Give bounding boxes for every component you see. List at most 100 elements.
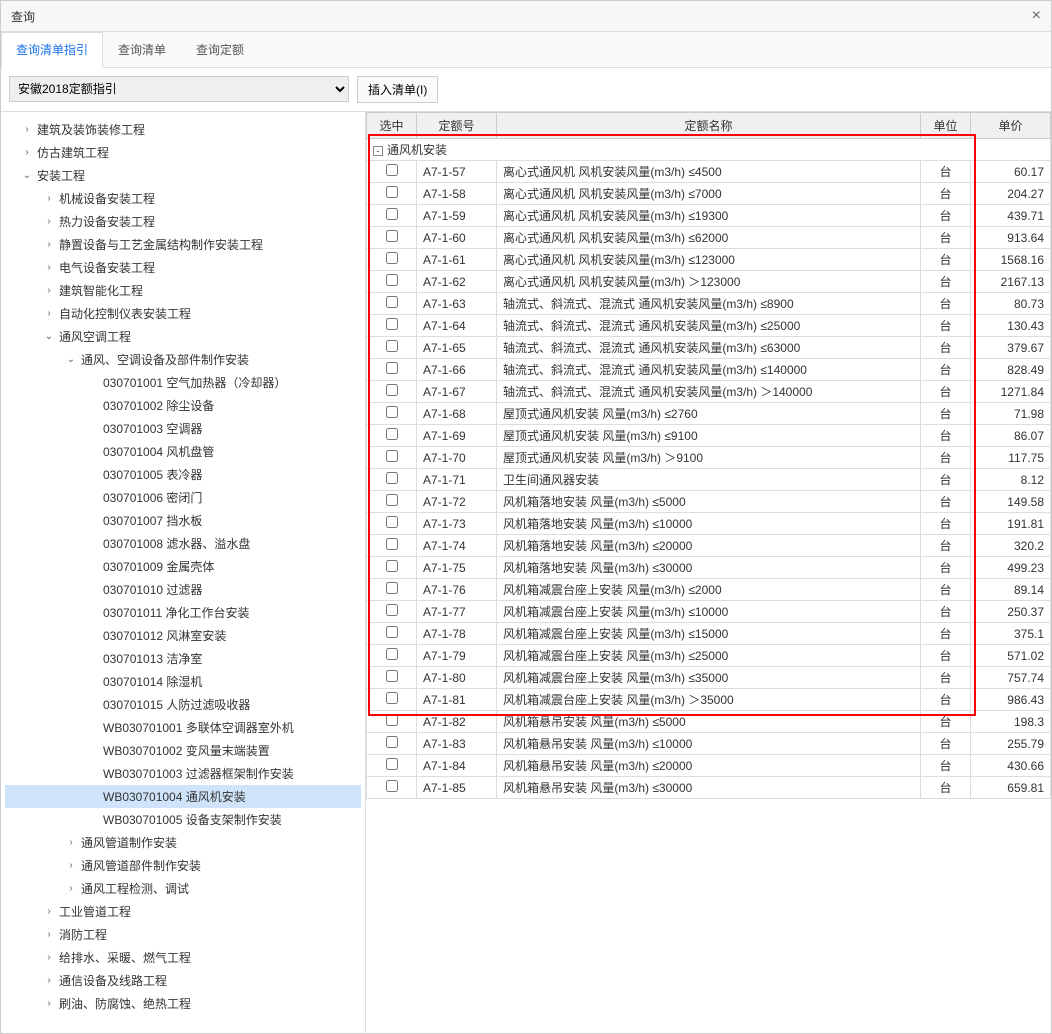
table-row[interactable]: A7-1-83风机箱悬吊安装 风量(m3/h) ≤10000台255.79 (367, 733, 1051, 755)
tree-item[interactable]: 030701006 密闭门 (5, 486, 361, 509)
table-row[interactable]: A7-1-68屋顶式通风机安装 风量(m3/h) ≤2760台71.98 (367, 403, 1051, 425)
tree-item[interactable]: ›通信设备及线路工程 (5, 969, 361, 992)
tree-item[interactable]: ⌄安装工程 (5, 164, 361, 187)
table-row[interactable]: A7-1-69屋顶式通风机安装 风量(m3/h) ≤9100台86.07 (367, 425, 1051, 447)
row-checkbox[interactable] (386, 736, 398, 748)
tree-panel[interactable]: ›建筑及装饰装修工程›仿古建筑工程⌄安装工程›机械设备安装工程›热力设备安装工程… (1, 112, 366, 1033)
chevron-right-icon[interactable]: › (43, 952, 55, 963)
table-row[interactable]: A7-1-67轴流式、斜流式、混流式 通风机安装风量(m3/h) ＞140000… (367, 381, 1051, 403)
tree-item[interactable]: 030701003 空调器 (5, 417, 361, 440)
tree-item[interactable]: WB030701002 变风量末端装置 (5, 739, 361, 762)
chevron-right-icon[interactable]: › (43, 216, 55, 227)
tab-0[interactable]: 查询清单指引 (1, 32, 103, 68)
close-icon[interactable]: × (1032, 7, 1041, 25)
table-row[interactable]: A7-1-84风机箱悬吊安装 风量(m3/h) ≤20000台430.66 (367, 755, 1051, 777)
row-checkbox[interactable] (386, 538, 398, 550)
table-row[interactable]: A7-1-74风机箱落地安装 风量(m3/h) ≤20000台320.2 (367, 535, 1051, 557)
chevron-right-icon[interactable]: › (43, 262, 55, 273)
chevron-right-icon[interactable]: › (43, 193, 55, 204)
tree-item[interactable]: 030701002 除尘设备 (5, 394, 361, 417)
tree-item[interactable]: 030701009 金属壳体 (5, 555, 361, 578)
tree-item[interactable]: 030701013 洁净室 (5, 647, 361, 670)
table-row[interactable]: A7-1-85风机箱悬吊安装 风量(m3/h) ≤30000台659.81 (367, 777, 1051, 799)
row-checkbox[interactable] (386, 494, 398, 506)
table-row[interactable]: A7-1-60离心式通风机 风机安装风量(m3/h) ≤62000台913.64 (367, 227, 1051, 249)
chevron-right-icon[interactable]: › (21, 124, 33, 135)
tree-item[interactable]: 030701007 挡水板 (5, 509, 361, 532)
collapse-icon[interactable]: - (373, 146, 383, 156)
tree-item[interactable]: ›电气设备安装工程 (5, 256, 361, 279)
chevron-right-icon[interactable]: › (21, 147, 33, 158)
tab-1[interactable]: 查询清单 (103, 32, 181, 67)
table-row[interactable]: A7-1-77风机箱减震台座上安装 风量(m3/h) ≤10000台250.37 (367, 601, 1051, 623)
row-checkbox[interactable] (386, 626, 398, 638)
tree-item[interactable]: WB030701004 通风机安装 (5, 785, 361, 808)
table-row[interactable]: A7-1-64轴流式、斜流式、混流式 通风机安装风量(m3/h) ≤25000台… (367, 315, 1051, 337)
tree-item[interactable]: 030701010 过滤器 (5, 578, 361, 601)
insert-list-button[interactable]: 插入清单(I) (357, 76, 438, 103)
row-checkbox[interactable] (386, 274, 398, 286)
table-row[interactable]: A7-1-62离心式通风机 风机安装风量(m3/h) ＞123000台2167.… (367, 271, 1051, 293)
row-checkbox[interactable] (386, 252, 398, 264)
tree-item[interactable]: WB030701001 多联体空调器室外机 (5, 716, 361, 739)
table-row[interactable]: A7-1-75风机箱落地安装 风量(m3/h) ≤30000台499.23 (367, 557, 1051, 579)
table-row[interactable]: A7-1-58离心式通风机 风机安装风量(m3/h) ≤7000台204.27 (367, 183, 1051, 205)
tree-item[interactable]: ›给排水、采暖、燃气工程 (5, 946, 361, 969)
row-checkbox[interactable] (386, 428, 398, 440)
tree-item[interactable]: ›通风管道制作安装 (5, 831, 361, 854)
row-checkbox[interactable] (386, 230, 398, 242)
tree-item[interactable]: ›消防工程 (5, 923, 361, 946)
chevron-right-icon[interactable]: › (65, 883, 77, 894)
row-checkbox[interactable] (386, 714, 398, 726)
tree-item[interactable]: 030701001 空气加热器（冷却器） (5, 371, 361, 394)
table-row[interactable]: A7-1-79风机箱减震台座上安装 风量(m3/h) ≤25000台571.02 (367, 645, 1051, 667)
tree-item[interactable]: ›通风工程检测、调试 (5, 877, 361, 900)
table-row[interactable]: A7-1-61离心式通风机 风机安装风量(m3/h) ≤123000台1568.… (367, 249, 1051, 271)
chevron-down-icon[interactable]: ⌄ (65, 354, 77, 365)
table-row[interactable]: A7-1-73风机箱落地安装 风量(m3/h) ≤10000台191.81 (367, 513, 1051, 535)
chevron-right-icon[interactable]: › (43, 285, 55, 296)
row-checkbox[interactable] (386, 516, 398, 528)
tree-item[interactable]: 030701012 风淋室安装 (5, 624, 361, 647)
tree-item[interactable]: 030701008 滤水器、溢水盘 (5, 532, 361, 555)
tab-2[interactable]: 查询定额 (181, 32, 259, 67)
chevron-right-icon[interactable]: › (43, 308, 55, 319)
chevron-right-icon[interactable]: › (43, 929, 55, 940)
table-row[interactable]: A7-1-72风机箱落地安装 风量(m3/h) ≤5000台149.58 (367, 491, 1051, 513)
table-panel[interactable]: 选中 定额号 定额名称 单位 单价 -通风机安装A7-1-57离心式通风机 风机… (366, 112, 1051, 1033)
row-checkbox[interactable] (386, 648, 398, 660)
table-row[interactable]: A7-1-57离心式通风机 风机安装风量(m3/h) ≤4500台60.17 (367, 161, 1051, 183)
chevron-right-icon[interactable]: › (43, 975, 55, 986)
tree-item[interactable]: ›仿古建筑工程 (5, 141, 361, 164)
tree-item[interactable]: ›通风管道部件制作安装 (5, 854, 361, 877)
tree-item[interactable]: ›静置设备与工艺金属结构制作安装工程 (5, 233, 361, 256)
tree-item[interactable]: ›建筑及装饰装修工程 (5, 118, 361, 141)
table-group-row[interactable]: -通风机安装 (367, 139, 1051, 161)
tree-item[interactable]: ›热力设备安装工程 (5, 210, 361, 233)
chevron-right-icon[interactable]: › (43, 998, 55, 1009)
table-row[interactable]: A7-1-59离心式通风机 风机安装风量(m3/h) ≤19300台439.71 (367, 205, 1051, 227)
tree-item[interactable]: ›自动化控制仪表安装工程 (5, 302, 361, 325)
tree-item[interactable]: ›工业管道工程 (5, 900, 361, 923)
row-checkbox[interactable] (386, 560, 398, 572)
row-checkbox[interactable] (386, 406, 398, 418)
row-checkbox[interactable] (386, 472, 398, 484)
table-row[interactable]: A7-1-63轴流式、斜流式、混流式 通风机安装风量(m3/h) ≤8900台8… (367, 293, 1051, 315)
row-checkbox[interactable] (386, 340, 398, 352)
row-checkbox[interactable] (386, 604, 398, 616)
row-checkbox[interactable] (386, 164, 398, 176)
table-row[interactable]: A7-1-76风机箱减震台座上安装 风量(m3/h) ≤2000台89.14 (367, 579, 1051, 601)
row-checkbox[interactable] (386, 692, 398, 704)
tree-item[interactable]: 030701011 净化工作台安装 (5, 601, 361, 624)
tree-item[interactable]: 030701004 风机盘管 (5, 440, 361, 463)
tree-item[interactable]: 030701005 表冷器 (5, 463, 361, 486)
row-checkbox[interactable] (386, 208, 398, 220)
row-checkbox[interactable] (386, 384, 398, 396)
guide-dropdown[interactable]: 安徽2018定额指引 (9, 76, 349, 103)
chevron-down-icon[interactable]: ⌄ (43, 331, 55, 342)
table-row[interactable]: A7-1-78风机箱减震台座上安装 风量(m3/h) ≤15000台375.1 (367, 623, 1051, 645)
tree-item[interactable]: ⌄通风空调工程 (5, 325, 361, 348)
row-checkbox[interactable] (386, 582, 398, 594)
chevron-right-icon[interactable]: › (43, 239, 55, 250)
row-checkbox[interactable] (386, 362, 398, 374)
